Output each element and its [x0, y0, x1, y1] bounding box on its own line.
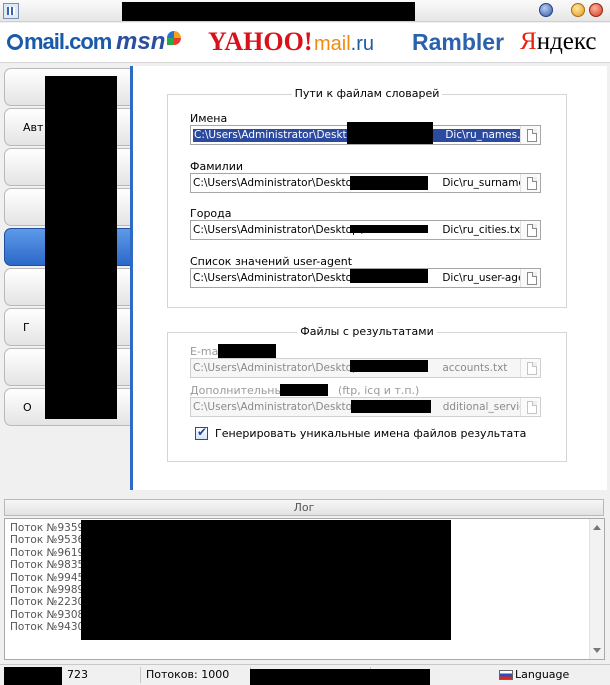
email-results-path-prefix: C:\Users\Administrator\Desktop\: [193, 362, 363, 374]
log-line: Поток №9989:: [10, 583, 88, 596]
flag-icon: [499, 670, 513, 680]
status-bar: 723 Потоков: 1000 Language: [0, 664, 610, 685]
log-line: Поток №9945:: [10, 571, 88, 584]
log-panel[interactable]: Поток №9359: Поток №9536: Поток №9619: П…: [4, 518, 605, 660]
redacted-label-part: [280, 384, 328, 396]
redacted-log-content: [81, 520, 451, 640]
msn-logo-text: msn: [116, 28, 166, 55]
status-count: 723: [67, 668, 88, 681]
additional-results-label-main: Дополнительные: [190, 384, 290, 397]
checkmark-icon: ✔: [197, 425, 208, 439]
minimize-button[interactable]: [571, 3, 585, 17]
help-button[interactable]: [539, 3, 553, 17]
rambler-logo: Rambler: [412, 29, 505, 55]
cities-path-prefix: C:\Users\Administrator\Desktop\: [193, 224, 363, 236]
log-line: Поток №9430:: [10, 621, 88, 634]
surnames-label: Фамилии: [190, 160, 243, 173]
additional-results-label-suffix: (ftp, icq и т.п.): [337, 384, 420, 397]
results-group-title: Файлы с результатами: [297, 325, 437, 338]
redacted-tab-labels: [45, 76, 117, 419]
sidebar-tab-label: Г: [23, 321, 30, 334]
mailru-logo-main: mail: [314, 33, 351, 55]
cities-path-suffix: Dic\ru_cities.txt: [442, 224, 525, 236]
yandex-logo-first: Я: [520, 28, 537, 55]
email-results-path-suffix: accounts.txt: [442, 362, 508, 374]
language-menu[interactable]: Language: [512, 667, 569, 683]
close-button[interactable]: [589, 3, 603, 17]
log-line: Поток №9536:: [10, 534, 88, 547]
browse-file-icon[interactable]: [520, 174, 540, 192]
threads-count: Потоков: 1000: [140, 667, 229, 683]
yahoo-logo: YAHOO!: [208, 27, 313, 56]
yandex-logo: Яндекс: [520, 28, 597, 55]
sidebar: Авт Г О: [0, 64, 131, 490]
window-title: [122, 2, 415, 21]
browse-file-icon[interactable]: [520, 269, 540, 287]
scroll-down-icon[interactable]: [593, 648, 601, 653]
settings-panel: Пути к файлам словарей Имена C:\Users\Ad…: [133, 66, 607, 490]
mailcom-logo-text: mail.com: [24, 29, 112, 54]
additional-results-path-prefix: C:\Users\Administrator\Desktop: [193, 401, 359, 413]
surnames-path-prefix: C:\Users\Administrator\Desktop\: [193, 177, 363, 189]
redacted-status-label: [4, 667, 62, 685]
log-scrollbar[interactable]: [589, 519, 604, 659]
msn-butterfly-icon: [167, 31, 182, 45]
browse-file-icon[interactable]: [520, 221, 540, 239]
mailcom-logo: mail.com: [7, 29, 112, 54]
log-line: Поток №9835:: [10, 559, 88, 572]
yandex-logo-rest: ндекс: [536, 28, 597, 55]
redacted-path-part: [350, 360, 428, 372]
log-line: Поток №2230:: [10, 596, 88, 609]
redacted-path-part: [350, 269, 428, 283]
dictionaries-group-title: Пути к файлам словарей: [291, 87, 443, 100]
app-icon[interactable]: [3, 3, 19, 19]
redacted-path-part: [350, 176, 428, 190]
cities-label: Города: [190, 207, 232, 220]
mailru-logo-tail: .ru: [350, 33, 375, 55]
generate-unique-names-checkbox[interactable]: ✔: [195, 425, 208, 440]
redacted-label-part: [218, 344, 276, 358]
provider-logos-bar: mail.com msn YAHOO! mail.ru Rambler Янде…: [0, 23, 610, 63]
email-results-label: E-ma: [190, 345, 219, 358]
scroll-up-icon[interactable]: [593, 525, 601, 530]
log-line: Поток №9359:: [10, 522, 88, 534]
redacted-path-part: [347, 122, 433, 144]
sidebar-tab-label: Авт: [23, 121, 44, 134]
redacted-path-part: [350, 225, 428, 233]
mailcom-ring-icon: [7, 34, 23, 50]
redacted-status-text: [250, 669, 430, 685]
browse-file-icon[interactable]: [520, 398, 540, 416]
title-bar: [0, 0, 610, 22]
user-agent-label: Список значений user-agent: [190, 255, 353, 268]
user-agent-path-prefix: C:\Users\Administrator\Desktop\: [193, 272, 363, 284]
browse-file-icon[interactable]: [520, 359, 540, 377]
redacted-path-part: [351, 400, 431, 413]
log-header[interactable]: Лог: [4, 499, 604, 516]
generate-unique-names-label: Генерировать уникальные имена файлов рез…: [215, 427, 527, 440]
sidebar-tab-label: О: [23, 401, 32, 414]
names-path-prefix: C:\Users\Administrator\Desktop\: [194, 129, 364, 141]
mailru-logo: mail.ru: [314, 33, 374, 55]
log-lines: Поток №9359: Поток №9536: Поток №9619: П…: [10, 522, 88, 634]
msn-logo: msn: [116, 28, 182, 55]
browse-file-icon[interactable]: [520, 126, 540, 144]
log-line: Поток №9619:: [10, 546, 88, 559]
names-label: Имена: [190, 112, 228, 125]
log-line: Поток №9308:: [10, 608, 88, 621]
